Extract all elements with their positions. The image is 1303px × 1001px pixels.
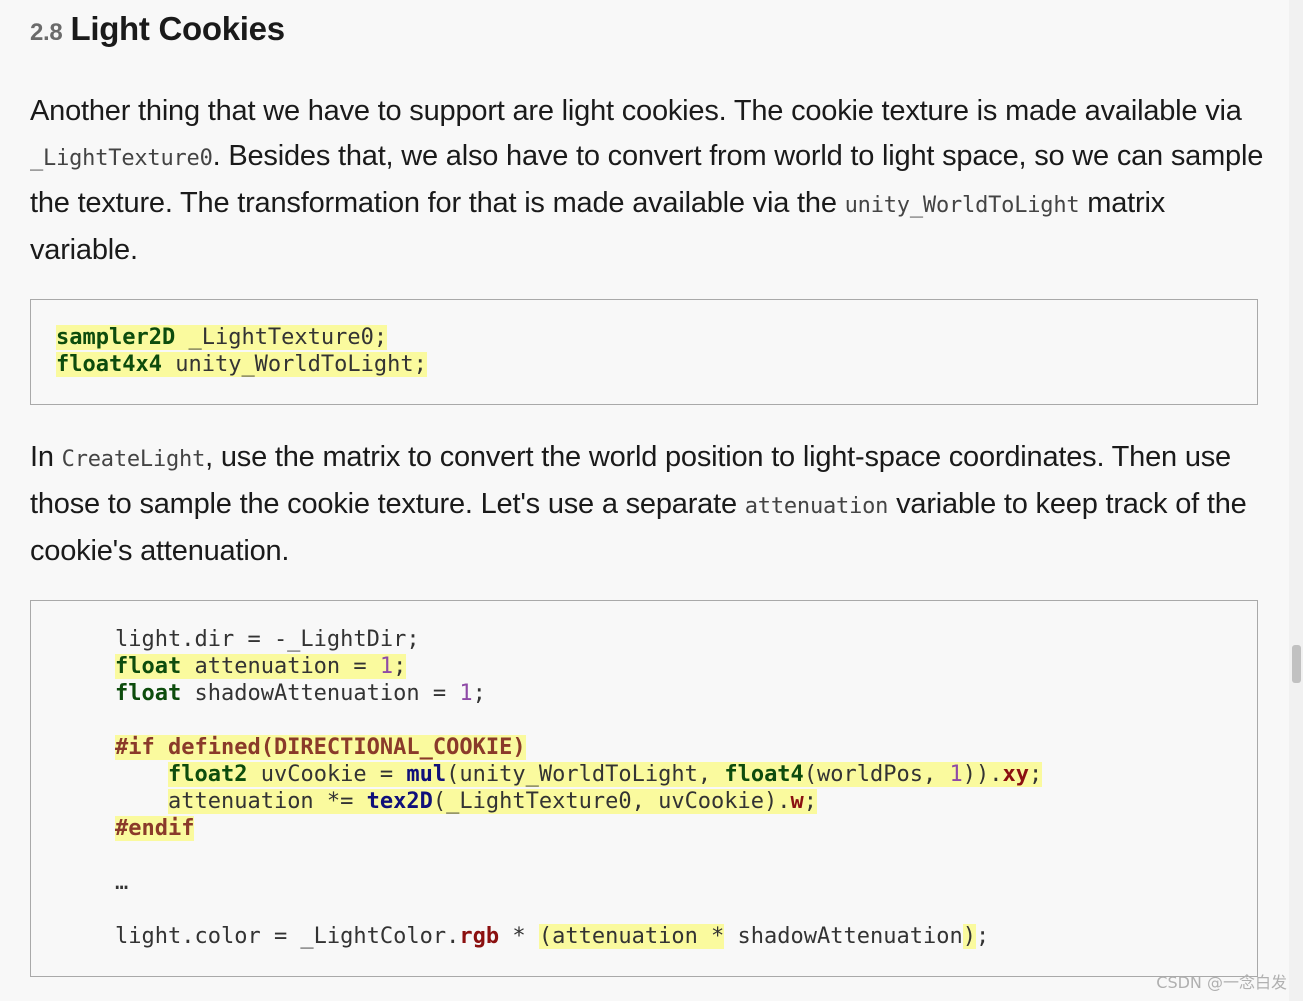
code-swizzle: xy (1002, 762, 1030, 787)
code-text: ; (1029, 762, 1043, 787)
code-text: ; (393, 654, 407, 679)
code-keyword: float (115, 681, 182, 706)
code-text: ; (803, 789, 818, 814)
section-number: 2.8 (30, 19, 63, 46)
code-text: shadowAttenuation (724, 924, 963, 949)
watermark: CSDN @一念白发 (1156, 973, 1287, 992)
paragraph-intro: Another thing that we have to support ar… (30, 89, 1270, 273)
code-text: (unity_WorldToLight, (446, 762, 725, 787)
code-text: * (499, 924, 539, 949)
section-title: Light Cookies (70, 10, 285, 47)
code-keyword: sampler2D (56, 325, 176, 350)
paragraph-text: In (30, 441, 62, 473)
code-text: (worldPos, (803, 762, 950, 787)
code-keyword: float4x4 (56, 352, 162, 377)
code-listing: sampler2D _LightTexture0; float4x4 unity… (56, 324, 1257, 378)
code-listing: light.dir = -_LightDir; float attenuatio… (115, 626, 1257, 950)
code-preprocessor: #endif (115, 816, 195, 841)
code-keyword: float (115, 654, 182, 679)
code-text: shadowAttenuation = (181, 681, 460, 706)
code-text: light.color = _LightColor. (115, 924, 460, 949)
code-block-declarations: sampler2D _LightTexture0; float4x4 unity… (30, 299, 1258, 405)
code-number: 1 (949, 762, 963, 787)
inline-code-attenuation: attenuation (744, 494, 889, 519)
code-text: uvCookie = (247, 762, 407, 787)
code-text: ; (472, 681, 486, 706)
code-keyword: float2 (167, 762, 248, 787)
code-text: _LightTexture0; (175, 325, 388, 350)
paragraph-text: Another thing that we have to support ar… (30, 95, 1242, 127)
code-text: unity_WorldToLight; (161, 352, 427, 377)
code-highlight: (attenuation * (538, 924, 725, 949)
code-preprocessor: #if defined(DIRECTIONAL_COOKIE) (115, 735, 526, 760)
paragraph-createlight: In CreateLight, use the matrix to conver… (30, 435, 1270, 574)
code-swizzle: w (790, 789, 804, 814)
code-text: )). (962, 762, 1003, 787)
inline-code-world-to-light: unity_WorldToLight (844, 193, 1080, 218)
code-swizzle: rgb (459, 924, 500, 949)
code-highlight: ) (962, 924, 976, 949)
section-heading: 2.8 Light Cookies (30, 10, 285, 48)
code-text: attenuation = (181, 654, 380, 679)
code-line: light.dir = -_LightDir; (115, 627, 420, 652)
code-function: mul (406, 762, 447, 787)
code-function: tex2D (366, 789, 433, 814)
page-scrollbar[interactable] (1289, 0, 1303, 1001)
code-keyword: float4 (724, 762, 804, 787)
scrollbar-thumb[interactable] (1292, 645, 1301, 683)
inline-code-light-texture: _LightTexture0 (30, 146, 213, 171)
code-text: ; (975, 924, 990, 949)
inline-code-createlight: CreateLight (61, 447, 206, 472)
code-number: 1 (379, 654, 394, 679)
code-number: 1 (459, 681, 473, 706)
code-ellipsis: … (115, 870, 129, 895)
code-text: (_LightTexture0, uvCookie). (432, 789, 791, 814)
code-block-createlight: light.dir = -_LightDir; float attenuatio… (30, 600, 1258, 977)
code-text: attenuation *= (167, 789, 367, 814)
